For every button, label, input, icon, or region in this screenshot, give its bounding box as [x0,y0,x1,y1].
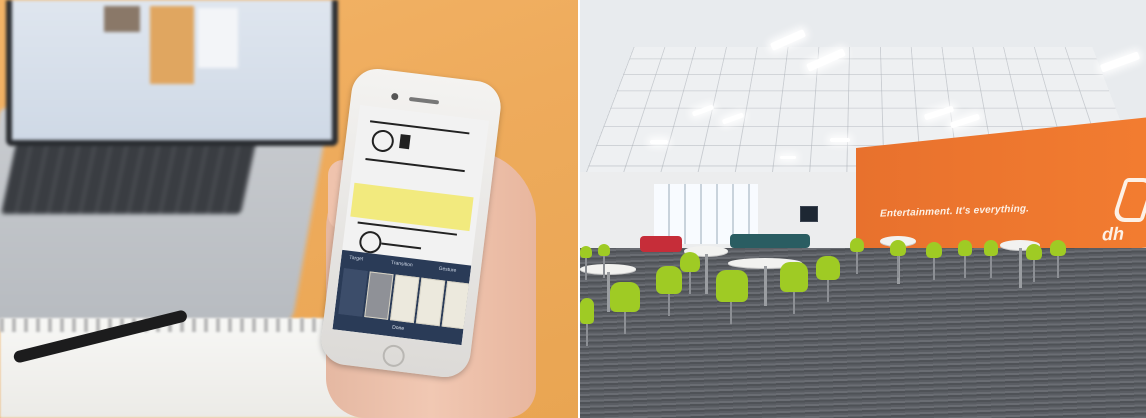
front-camera-icon [390,92,399,101]
ceiling-light [1099,51,1141,73]
green-chair [656,266,682,316]
green-chair [850,238,864,274]
home-button [381,343,406,369]
tab-transition[interactable]: Transition [391,260,413,269]
green-chair [610,282,640,334]
sketch-circle-icon [370,128,396,154]
teal-sofa [730,234,810,248]
laptop-screen [6,0,338,146]
green-chair [1026,244,1042,282]
transition-thumb[interactable] [390,274,420,324]
green-chair [680,252,700,294]
phone-screen: Target Transition Gesture Done [332,104,490,346]
sketch-line [381,242,422,250]
notebook-paper [0,318,370,418]
ceiling-light [650,140,668,144]
green-chair [958,240,972,278]
transition-thumb[interactable] [364,271,394,320]
cafe-table [580,264,636,312]
speaker-grille [408,96,440,105]
green-chair [1050,240,1066,278]
transition-thumb[interactable] [415,277,446,327]
screen-image-block [104,6,140,32]
green-chair [716,270,748,324]
back-arrow-icon[interactable] [338,268,368,317]
tab-target[interactable]: Target [349,255,364,263]
wall-tv-icon [800,206,818,222]
green-chair [598,244,610,278]
green-chair [580,298,594,346]
ceiling-light [780,156,796,159]
green-chair [816,256,840,302]
green-chair [926,242,942,280]
transition-panel: Target Transition Gesture Done [332,249,472,346]
screen-white-block [198,8,238,68]
green-chair [780,262,808,314]
green-chair [890,240,906,278]
right-photo-office: Entertainment. It's everything. dh [580,0,1146,418]
ceiling-light [830,138,850,142]
sketch-row [365,120,470,173]
screen-orange-block [150,6,194,84]
left-photo-workspace: Target Transition Gesture Done [0,0,578,418]
sketch-block-icon [399,134,411,150]
company-logo-text: dh [1102,223,1124,245]
sketch-circle-icon [358,229,383,255]
transition-thumb[interactable] [441,280,472,330]
tab-gesture[interactable]: Gesture [438,266,456,274]
green-chair [580,246,592,280]
red-sofa [640,236,682,252]
green-chair [984,240,998,278]
